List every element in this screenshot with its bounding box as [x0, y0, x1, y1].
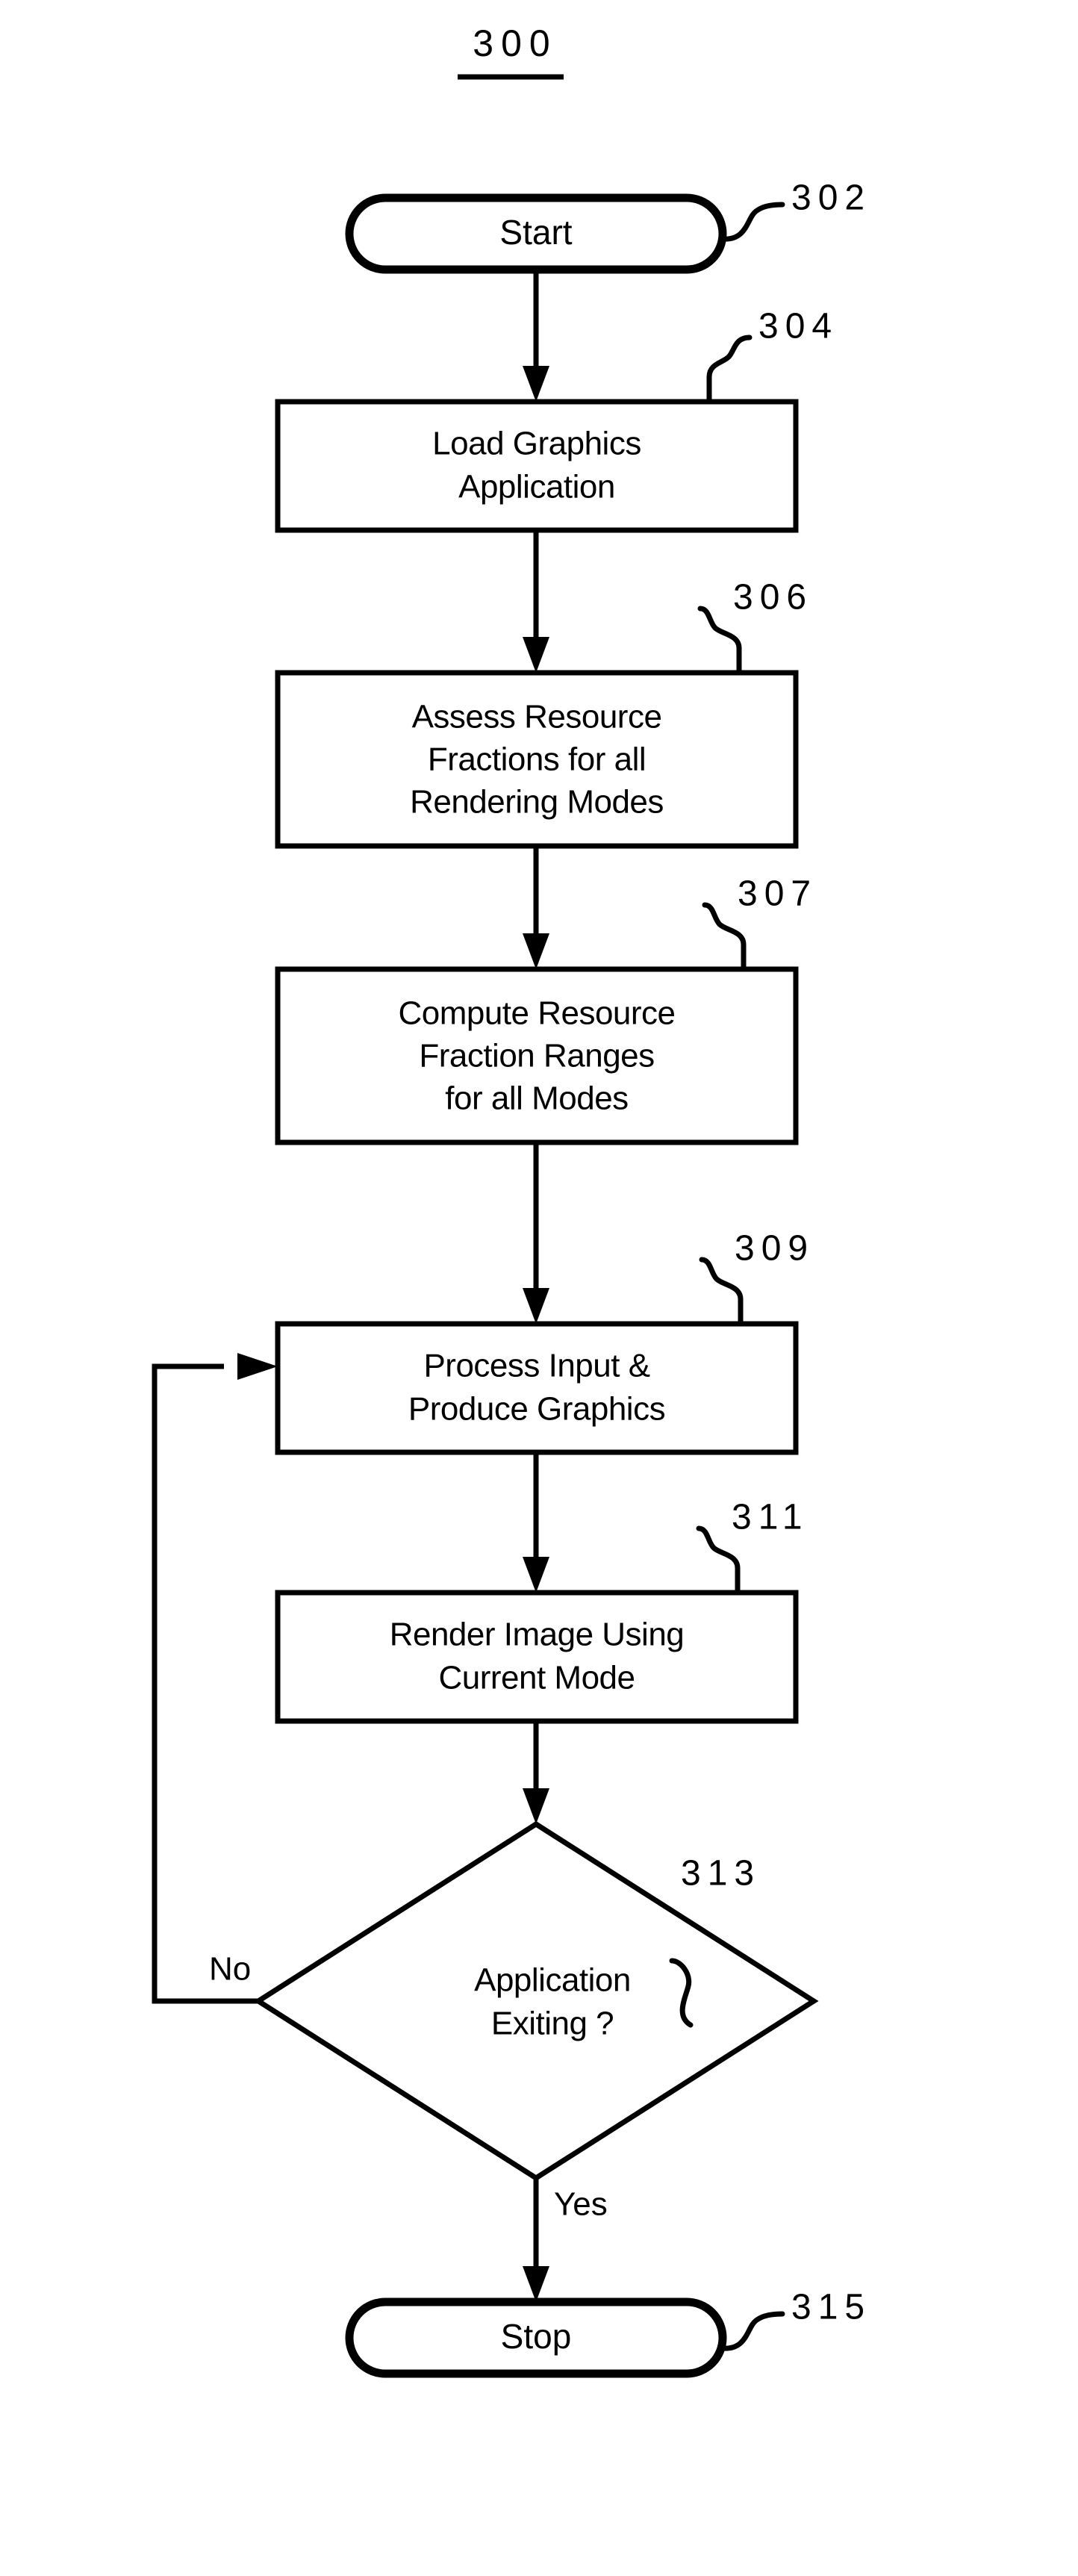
assess-resource-fractions-line-1: Assess Resource [412, 699, 662, 735]
figure-title-group: 300 [458, 22, 564, 80]
process-input-produce-graphics-line-1: Process Input & [423, 1348, 649, 1384]
render-image-current-mode-line-2: Current Mode [438, 1660, 635, 1696]
ref-leader-311 [696, 1525, 741, 1596]
connector-yes: Yes [523, 2178, 608, 2302]
branch-label-yes: Yes [554, 2186, 608, 2223]
assess-resource-fractions-line-2: Fractions for all [428, 741, 646, 778]
branch-label-no: No [209, 1951, 251, 1988]
arrow-head-309 [523, 1288, 549, 1324]
arrow-head-306 [523, 637, 549, 673]
ref-number-302: 302 [791, 178, 871, 218]
ref-leader-311-group: 311 [696, 1498, 809, 1596]
figure-title: 300 [473, 22, 557, 64]
node-load-graphics-application[interactable]: Load Graphics Application [275, 399, 799, 533]
node-assess-resource-fractions[interactable]: Assess Resource Fractions for all Render… [275, 670, 799, 849]
connector-311-313 [523, 1721, 549, 1824]
flowchart-canvas: 300 Start 302 Load Graphics Application … [152, 22, 871, 2378]
ref-number-309: 309 [735, 1229, 814, 1269]
arrow-head-311 [523, 1557, 549, 1593]
ref-leader-307-group: 307 [702, 874, 817, 972]
start-label: Start [499, 213, 572, 252]
ref-leader-302-group: 302 [720, 178, 871, 242]
ref-leader-309-group: 309 [699, 1229, 814, 1327]
ref-number-307: 307 [738, 874, 817, 914]
connector-309-311 [523, 1452, 549, 1593]
render-image-current-mode-line-1: Render Image Using [390, 1617, 685, 1653]
ref-number-313: 313 [681, 1854, 761, 1894]
ref-leader-309 [699, 1257, 744, 1327]
process-input-produce-graphics-box[interactable] [275, 1321, 799, 1455]
ref-leader-315-group: 315 [720, 2288, 871, 2351]
ref-leader-304-group: 304 [706, 307, 838, 405]
render-image-current-mode-box[interactable] [275, 1590, 799, 1724]
arrow-head-stop [523, 2266, 549, 2302]
ref-number-304: 304 [758, 307, 838, 346]
ref-leader-307 [702, 902, 747, 972]
compute-resource-fraction-ranges-line-3: for all Modes [445, 1080, 628, 1117]
patent-figure-300: 300 Start 302 Load Graphics Application … [0, 0, 1078, 2576]
node-stop[interactable]: Stop [345, 2297, 727, 2378]
ref-leader-304 [706, 335, 753, 405]
node-render-image-current-mode[interactable]: Render Image Using Current Mode [275, 1590, 799, 1724]
application-exiting-line-2: Exiting ? [491, 2006, 614, 2042]
ref-number-306: 306 [733, 578, 813, 617]
load-graphics-application-box[interactable] [275, 399, 799, 533]
assess-resource-fractions-line-3: Rendering Modes [410, 784, 664, 821]
arrow-head-no-loop [237, 1353, 278, 1380]
compute-resource-fraction-ranges-line-2: Fraction Ranges [419, 1038, 654, 1074]
arrow-head-313 [523, 1788, 549, 1824]
arrow-head-307 [523, 933, 549, 969]
load-graphics-application-line-2: Application [458, 469, 615, 505]
ref-leader-306 [697, 606, 742, 676]
ref-number-315: 315 [791, 2288, 871, 2327]
ref-leader-315 [720, 2311, 785, 2351]
process-input-produce-graphics-line-2: Produce Graphics [408, 1391, 665, 1428]
application-exiting-line-1: Application [474, 1962, 631, 1999]
compute-resource-fraction-ranges-line-1: Compute Resource [398, 995, 675, 1032]
ref-number-311: 311 [732, 1498, 809, 1537]
stop-label: Stop [501, 2317, 572, 2356]
connector-no-loop: No [152, 1353, 278, 2004]
connector-306-307 [523, 846, 549, 969]
node-compute-resource-fraction-ranges[interactable]: Compute Resource Fraction Ranges for all… [275, 966, 799, 1145]
node-start[interactable]: Start [345, 193, 727, 274]
connector-307-309 [523, 1142, 549, 1324]
load-graphics-application-line-1: Load Graphics [432, 426, 641, 462]
connector-302-304 [523, 270, 549, 402]
ref-leader-306-group: 306 [697, 578, 813, 676]
ref-leader-302 [720, 202, 785, 242]
arrow-head-304 [523, 366, 549, 402]
connector-304-306 [523, 530, 549, 673]
node-process-input-produce-graphics[interactable]: Process Input & Produce Graphics [275, 1321, 799, 1455]
